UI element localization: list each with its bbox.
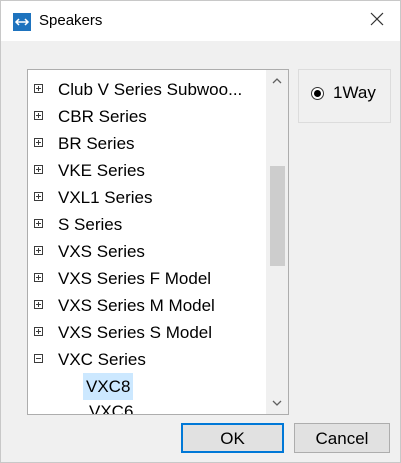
tree-child-label: VXC6 (89, 402, 134, 415)
expand-plus-icon[interactable] (34, 246, 43, 255)
tree-item-label: VKE Series (58, 161, 145, 180)
tree-item[interactable]: S Series (28, 211, 264, 238)
scroll-up-button[interactable] (266, 70, 288, 92)
tree-child-item[interactable]: VXC8 (28, 373, 264, 400)
expand-plus-icon[interactable] (34, 84, 43, 93)
window-title: Speakers (39, 12, 103, 29)
expand-plus-icon[interactable] (34, 300, 43, 309)
title-bar: Speakers (1, 1, 400, 41)
tree-item[interactable]: Club V Series Subwoo... (28, 76, 264, 103)
expand-plus-icon[interactable] (34, 111, 43, 120)
tree-item[interactable]: CBR Series (28, 103, 264, 130)
scroll-thumb[interactable] (270, 166, 285, 266)
tree-item[interactable]: VXL1 Series (28, 184, 264, 211)
chevron-down-icon[interactable] (272, 394, 282, 412)
tree-item-label: VXC Series (58, 350, 146, 369)
way-option-group: 1Way (298, 69, 391, 123)
tree-child-item[interactable]: VXC6 (28, 398, 264, 415)
chevron-up-icon[interactable] (272, 72, 282, 90)
tree-item-label: VXS Series S Model (58, 323, 213, 342)
vertical-scrollbar[interactable] (266, 70, 288, 414)
expand-plus-icon[interactable] (34, 219, 43, 228)
close-button[interactable] (354, 1, 400, 41)
expand-plus-icon[interactable] (34, 138, 43, 147)
tree-item[interactable]: VXS Series M Model (28, 292, 264, 319)
tree-item[interactable]: BR Series (28, 130, 264, 157)
tree-item-label: VXS Series M Model (58, 296, 215, 315)
tree-item[interactable]: VKE Series (28, 157, 264, 184)
collapse-minus-icon[interactable] (34, 354, 43, 363)
tree-child-label: VXC8 (83, 373, 134, 400)
tree-item-label: VXS Series (58, 242, 145, 261)
tree-item[interactable]: VXS Series S Model (28, 319, 264, 346)
speakers-app-icon (13, 13, 31, 31)
tree-item[interactable]: VXC Series (28, 346, 264, 373)
tree-item-label: VXL1 Series (58, 188, 153, 207)
expand-plus-icon[interactable] (34, 165, 43, 174)
tree-item-label: Club V Series Subwoo... (58, 80, 243, 99)
radio-1way[interactable] (311, 87, 324, 100)
tree-item-label: BR Series (58, 134, 135, 153)
speaker-tree[interactable]: Club V Series Subwoo... CBR Series BR Se… (27, 69, 289, 415)
expand-plus-icon[interactable] (34, 273, 43, 282)
scroll-down-button[interactable] (266, 392, 288, 414)
radio-selected-dot (314, 90, 321, 97)
tree-item-label: S Series (58, 215, 123, 234)
expand-plus-icon[interactable] (34, 327, 43, 336)
close-icon[interactable] (370, 12, 384, 31)
speakers-dialog: Speakers Club V Series Subwoo... CBR Ser… (0, 0, 401, 463)
cancel-button[interactable]: Cancel (294, 423, 390, 453)
tree-item-label: CBR Series (58, 107, 147, 126)
ok-button[interactable]: OK (181, 423, 284, 453)
radio-1way-label[interactable]: 1Way (333, 82, 376, 104)
tree-item-label: VXS Series F Model (58, 269, 212, 288)
tree-item[interactable]: VXS Series (28, 238, 264, 265)
expand-plus-icon[interactable] (34, 192, 43, 201)
tree-item[interactable]: VXS Series F Model (28, 265, 264, 292)
